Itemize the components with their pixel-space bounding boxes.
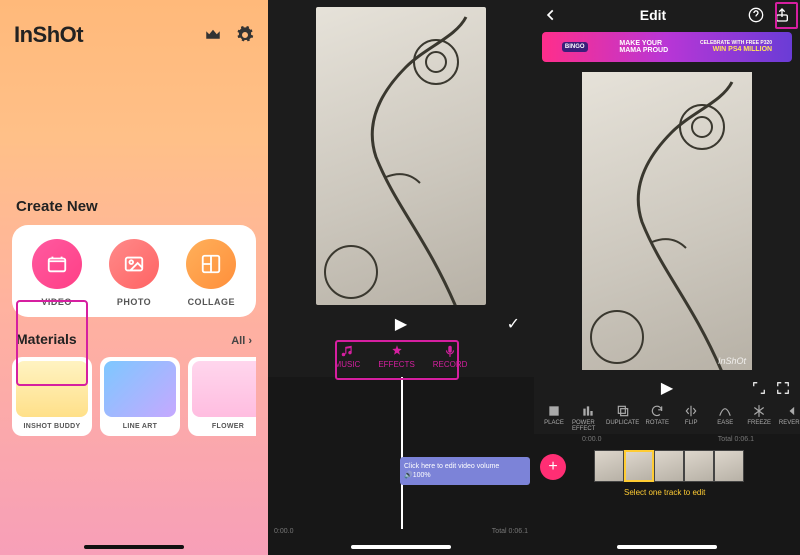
- header-icons: [204, 26, 254, 44]
- time-total: Total 0:06.1: [718, 436, 754, 443]
- timeline[interactable]: Click here to edit video volume 🔊100% 0:…: [268, 377, 534, 555]
- home-header: InShOt: [12, 12, 256, 48]
- tool-place[interactable]: PLACE: [538, 404, 570, 432]
- edit-header: Edit: [534, 0, 800, 30]
- zoom-out-icon[interactable]: [752, 381, 766, 395]
- edit-time-labels: 0:00.0 Total 0:06.1: [534, 436, 800, 443]
- tool-power[interactable]: POWER EFFECT: [572, 404, 604, 432]
- home-indicator: [617, 545, 717, 549]
- volume-clip[interactable]: Click here to edit video volume 🔊100%: [400, 457, 530, 485]
- watermark[interactable]: InShOt: [718, 356, 746, 366]
- tool-label: PLACE: [544, 420, 564, 426]
- time-total: Total 0:06.1: [492, 528, 528, 535]
- video-preview[interactable]: InShOt: [582, 72, 752, 370]
- tool-reverse[interactable]: REVERSE: [777, 404, 800, 432]
- material-name: LINE ART: [123, 423, 157, 430]
- confirm-icon[interactable]: ✓: [507, 314, 520, 334]
- help-icon[interactable]: [748, 7, 764, 23]
- highlight-music-tabs: [335, 340, 459, 380]
- crown-icon[interactable]: [204, 26, 222, 44]
- create-photo-label: PHOTO: [117, 297, 151, 307]
- music-editor-screen: ▶ ✓ MUSIC EFFECTS RECORD Click here to e…: [268, 0, 534, 555]
- tool-label: FLIP: [685, 420, 698, 426]
- ad-line2: MAMA PROUD: [619, 47, 668, 54]
- create-video[interactable]: VIDEO: [23, 239, 91, 307]
- material-thumb: [192, 361, 256, 417]
- edit-play-controls: ▶: [534, 376, 800, 400]
- create-collage[interactable]: COLLAGE: [177, 239, 245, 307]
- material-card[interactable]: FLOWER: [188, 357, 256, 436]
- highlight-video: [16, 300, 88, 386]
- preview-art: [582, 72, 752, 370]
- ad-logo: BINGO: [562, 42, 588, 52]
- highlight-share: [775, 2, 798, 29]
- edit-screen: Edit BINGO MAKE YOUR MAMA PROUD CELEBRAT…: [534, 0, 800, 555]
- edit-title: Edit: [640, 7, 666, 23]
- tool-label: FREEZE: [747, 420, 771, 426]
- play-icon[interactable]: ▶: [661, 378, 673, 398]
- home-indicator: [351, 545, 451, 549]
- tool-duplicate[interactable]: DUPLICATE: [606, 404, 639, 432]
- create-collage-label: COLLAGE: [188, 297, 236, 307]
- clip-thumb[interactable]: [654, 450, 684, 482]
- tool-label: ROTATE: [646, 420, 669, 426]
- create-section-label: Create New: [12, 198, 256, 215]
- time-start: 0:00.0: [582, 436, 601, 443]
- tool-label: DUPLICATE: [606, 420, 639, 426]
- tool-label: EASE: [717, 420, 733, 426]
- tool-row: PLACE POWER EFFECT DUPLICATE ROTATE FLIP…: [534, 400, 800, 434]
- edit-preview-area: InShOt: [534, 66, 800, 376]
- tool-freeze[interactable]: FREEZE: [743, 404, 775, 432]
- timeline-labels: 0:00.0 Total 0:06.1: [268, 528, 534, 535]
- materials-all-link[interactable]: All ›: [231, 335, 252, 347]
- home-indicator: [84, 545, 184, 549]
- tool-label: POWER EFFECT: [572, 420, 604, 432]
- video-icon: [32, 239, 82, 289]
- tool-rotate[interactable]: ROTATE: [641, 404, 673, 432]
- ad-banner[interactable]: BINGO MAKE YOUR MAMA PROUD CELEBRATE WIT…: [542, 32, 792, 62]
- track-clips[interactable]: [594, 450, 744, 482]
- tool-label: REVERSE: [779, 420, 800, 426]
- material-card[interactable]: LINE ART: [100, 357, 180, 436]
- home-screen: InShOt Create New VIDEO PHOTO: [0, 0, 268, 555]
- tool-ease[interactable]: EASE: [709, 404, 741, 432]
- volume-clip-hint: Click here to edit video volume: [404, 463, 526, 470]
- play-controls: ▶ ✓: [268, 310, 534, 338]
- ad-r2: WIN PS4 MILLION: [700, 46, 772, 53]
- clip-thumb[interactable]: [594, 450, 624, 482]
- playhead[interactable]: [401, 377, 403, 529]
- time-start: 0:00.0: [274, 528, 293, 535]
- clip-thumb-selected[interactable]: [624, 450, 654, 482]
- collage-icon: [186, 239, 236, 289]
- ad-line1: MAKE YOUR: [619, 40, 668, 47]
- play-icon[interactable]: ▶: [395, 314, 407, 334]
- fullscreen-icon[interactable]: [776, 381, 790, 395]
- select-track-hint: Select one track to edit: [624, 488, 705, 497]
- clip-thumb[interactable]: [714, 450, 744, 482]
- clip-thumb[interactable]: [684, 450, 714, 482]
- preview-art: [316, 7, 486, 305]
- material-thumb: [104, 361, 176, 417]
- add-button[interactable]: +: [540, 454, 566, 480]
- volume-clip-value: 🔊100%: [404, 471, 526, 479]
- material-name: FLOWER: [212, 423, 244, 430]
- preview-area: [268, 0, 534, 310]
- back-icon[interactable]: [544, 8, 558, 22]
- edit-timeline[interactable]: 0:00.0 Total 0:06.1 + Select one track t…: [534, 434, 800, 555]
- gear-icon[interactable]: [236, 26, 254, 44]
- app-logo: InShOt: [14, 22, 83, 48]
- tool-flip[interactable]: FLIP: [675, 404, 707, 432]
- video-preview[interactable]: [316, 7, 486, 305]
- create-photo[interactable]: PHOTO: [100, 239, 168, 307]
- material-name: INSHOT BUDDY: [24, 423, 81, 430]
- photo-icon: [109, 239, 159, 289]
